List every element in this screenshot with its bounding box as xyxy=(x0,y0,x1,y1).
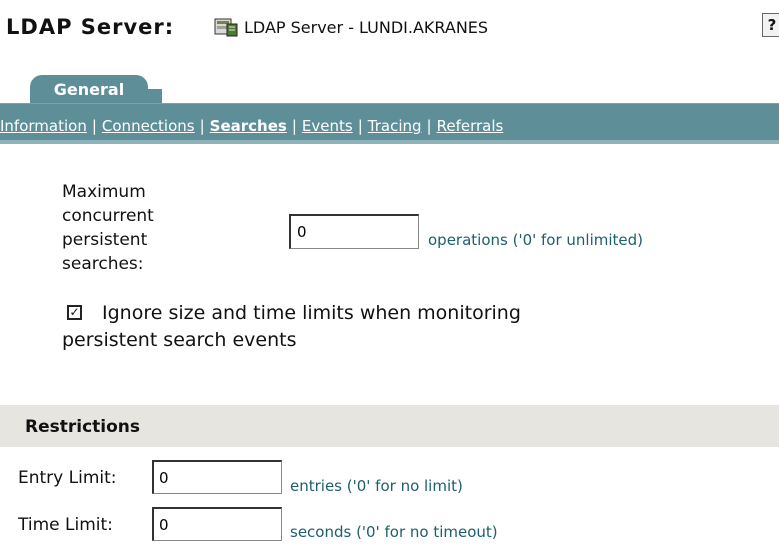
entry-limit-hint: entries ('0' for no limit) xyxy=(290,477,463,495)
tab-general[interactable]: General xyxy=(30,75,162,103)
persistent-searches-hint: operations ('0' for unlimited) xyxy=(428,231,644,249)
nav-separator: | xyxy=(199,117,205,135)
subtab-connections[interactable]: Connections xyxy=(102,117,195,135)
nav-separator: | xyxy=(91,117,97,135)
ignore-limits-label: Ignore size and time limits when monitor… xyxy=(62,302,521,351)
subtab-searches[interactable]: Searches xyxy=(210,117,287,135)
subtab-tracing[interactable]: Tracing xyxy=(368,117,422,135)
page-header: LDAP Server: LDAP Server - LUNDI.AKRANES… xyxy=(0,0,779,60)
nav-separator: | xyxy=(426,117,432,135)
page-title: LDAP Server: xyxy=(6,15,175,39)
nav-separator: | xyxy=(357,117,363,135)
server-icon xyxy=(214,18,238,37)
time-limit-label: Time Limit: xyxy=(18,515,113,535)
entry-limit-input[interactable] xyxy=(152,460,282,494)
subtab-events[interactable]: Events xyxy=(302,117,353,135)
persistent-searches-label: Maximum concurrent persistent searches: xyxy=(62,182,154,274)
restrictions-section-header: Restrictions xyxy=(0,405,779,447)
subtab-links: Information | Connections | Searches | Events |… xyxy=(0,117,503,135)
time-limit-input[interactable] xyxy=(152,507,282,541)
nav-separator: | xyxy=(291,117,297,135)
entry-limit-label: Entry Limit: xyxy=(18,468,117,488)
restrictions-title: Restrictions xyxy=(25,417,141,437)
time-limit-hint: seconds ('0' for no timeout) xyxy=(290,523,498,541)
subtab-referrals[interactable]: Referrals xyxy=(437,117,504,135)
persistent-searches-input[interactable] xyxy=(289,214,419,249)
tab-navbar: Information | Connections | Searches | Events |… xyxy=(0,103,779,144)
object-name: LDAP Server - LUNDI.AKRANES xyxy=(244,18,489,37)
subtab-information[interactable]: Information xyxy=(0,117,87,135)
help-icon[interactable]: ? xyxy=(762,13,779,37)
